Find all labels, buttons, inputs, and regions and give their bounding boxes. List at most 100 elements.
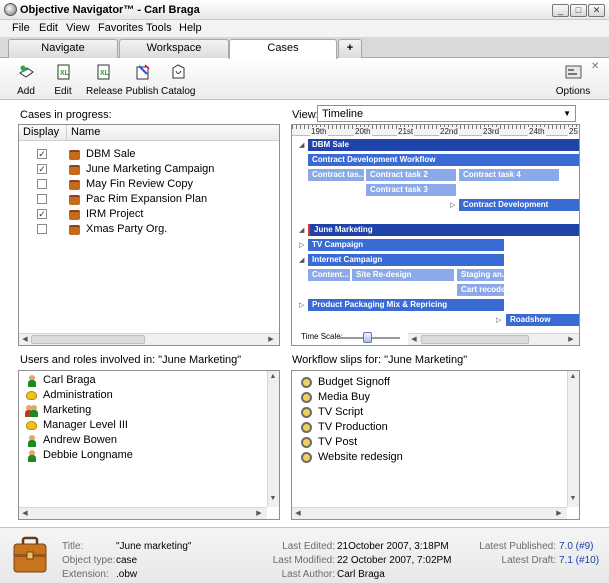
tab-workspace[interactable]: Workspace <box>119 39 229 58</box>
gantt-bar[interactable]: Contract Development <box>459 199 579 211</box>
menu-tools[interactable]: Tools <box>146 22 172 34</box>
scroll-down-icon[interactable]: ▼ <box>268 495 278 502</box>
list-item[interactable]: ✓ DBM Sale <box>19 147 279 162</box>
edit-button[interactable]: XL Edit <box>46 64 80 97</box>
scroll-thumb[interactable] <box>421 335 529 344</box>
list-item[interactable]: Debbie Longname <box>19 448 265 463</box>
scroll-right-icon[interactable]: ▶ <box>254 509 264 517</box>
gantt-bar[interactable]: Contract task 4 <box>459 169 559 181</box>
scroll-left-icon[interactable]: ◀ <box>20 509 30 517</box>
menu-file[interactable]: File <box>12 22 30 34</box>
menu-help[interactable]: Help <box>179 22 202 34</box>
list-item[interactable]: May Fin Review Copy <box>19 177 279 192</box>
list-item[interactable]: Administration <box>19 388 265 403</box>
close-button[interactable]: ✕ <box>588 4 605 17</box>
display-checkbox[interactable]: ✓ <box>37 149 47 159</box>
gantt-bar[interactable]: Site Re-design <box>352 269 454 281</box>
list-item[interactable]: Xmas Party Org. <box>19 222 279 237</box>
list-item[interactable]: ✓ IRM Project <box>19 207 279 222</box>
published-label: Latest Published: <box>479 541 556 552</box>
draft-value[interactable]: 7.1 (#10) <box>559 555 599 566</box>
list-item[interactable]: TV Post <box>292 435 565 450</box>
list-item[interactable]: Website redesign <box>292 450 565 465</box>
collapse-icon[interactable]: ◢ <box>299 141 304 149</box>
display-checkbox[interactable]: ✓ <box>37 164 47 174</box>
role-icon <box>26 421 37 430</box>
gantt-bar[interactable]: Content... <box>308 269 350 281</box>
display-checkbox[interactable]: ✓ <box>37 209 47 219</box>
time-scale-handle[interactable] <box>363 332 372 343</box>
list-item[interactable]: Pac Rim Expansion Plan <box>19 192 279 207</box>
scroll-left-icon[interactable]: ◀ <box>20 335 30 343</box>
scroll-left-icon[interactable]: ◀ <box>409 335 419 343</box>
expand-icon[interactable]: ▷ <box>299 241 304 249</box>
display-checkbox[interactable] <box>37 194 47 204</box>
scroll-right-icon[interactable]: ▶ <box>566 335 576 343</box>
svg-text:XL: XL <box>60 70 70 77</box>
published-value[interactable]: 7.0 (#9) <box>559 541 593 552</box>
menu-view[interactable]: View <box>66 22 90 34</box>
list-item[interactable]: Manager Level III <box>19 418 265 433</box>
tab-navigate[interactable]: Navigate <box>8 39 118 58</box>
list-item[interactable]: Budget Signoff <box>292 375 565 390</box>
list-item[interactable]: Marketing <box>19 403 265 418</box>
menu-favorites[interactable]: Favorites <box>98 22 143 34</box>
list-item[interactable]: ✓ June Marketing Campaign <box>19 162 279 177</box>
minimize-button[interactable]: _ <box>552 4 569 17</box>
gantt-bar[interactable]: DBM Sale <box>308 139 579 151</box>
list-item[interactable]: Carl Braga <box>19 373 265 388</box>
scroll-up-icon[interactable]: ▲ <box>268 373 278 380</box>
author-value: Carl Braga <box>337 569 385 580</box>
scroll-right-icon[interactable]: ▶ <box>554 509 564 517</box>
ruler-date: 19th <box>310 127 328 136</box>
options-button[interactable]: Options <box>555 64 591 97</box>
list-item[interactable]: TV Production <box>292 420 565 435</box>
view-select[interactable]: Timeline ▼ <box>317 105 576 122</box>
gantt-bar[interactable]: Contract task 3 <box>366 184 456 196</box>
scroll-left-icon[interactable]: ◀ <box>293 509 303 517</box>
col-name[interactable]: Name <box>66 125 279 141</box>
gantt-bar[interactable]: Contract Development Workflow <box>308 154 579 166</box>
horizontal-scrollbar[interactable]: ◀ ▶ <box>19 333 279 345</box>
scroll-right-icon[interactable]: ▶ <box>266 335 276 343</box>
collapse-icon[interactable]: ◢ <box>299 256 304 264</box>
gantt-bar[interactable]: Staging an... <box>457 269 504 281</box>
publish-button[interactable]: Publish <box>125 64 159 97</box>
display-checkbox[interactable] <box>37 224 47 234</box>
gantt-bar[interactable]: Product Packaging Mix & Repricing <box>308 299 504 311</box>
tab-cases[interactable]: Cases <box>229 39 337 59</box>
horizontal-scrollbar[interactable]: ◀ ▶ <box>292 507 567 519</box>
menu-edit[interactable]: Edit <box>39 22 58 34</box>
close-toolbar-icon[interactable]: ✕ <box>591 61 599 72</box>
catalog-button[interactable]: Catalog <box>161 64 195 97</box>
gantt-bar[interactable]: Cart recode <box>457 284 504 296</box>
expand-icon[interactable]: ▷ <box>450 201 455 209</box>
gantt-bar[interactable]: Roadshow <box>506 314 579 326</box>
gantt-bar[interactable]: TV Campaign <box>308 239 504 251</box>
tab-bar: Navigate Workspace Cases + <box>0 37 609 59</box>
list-item[interactable]: Media Buy <box>292 390 565 405</box>
vertical-scrollbar[interactable]: ▲ ▼ <box>267 371 279 507</box>
col-display[interactable]: Display <box>19 125 66 141</box>
vertical-scrollbar[interactable]: ▲ ▼ <box>567 371 579 507</box>
menu-bar: File Edit View Favorites Tools Help <box>0 20 609 37</box>
collapse-icon[interactable]: ◢ <box>299 226 304 234</box>
horizontal-scrollbar[interactable]: ◀ ▶ <box>19 507 267 519</box>
release-button[interactable]: XL Release <box>86 64 123 97</box>
list-item[interactable]: TV Script <box>292 405 565 420</box>
horizontal-scrollbar[interactable]: ◀ ▶ <box>408 333 579 345</box>
gantt-bar[interactable]: Contract tas... <box>308 169 364 181</box>
scroll-down-icon[interactable]: ▼ <box>568 495 578 502</box>
list-item[interactable]: Andrew Bowen <box>19 433 265 448</box>
gantt-bar[interactable]: Contract task 2 <box>366 169 456 181</box>
gantt-bar[interactable]: June Marketing <box>308 224 579 236</box>
expand-icon[interactable]: ▷ <box>496 316 501 324</box>
expand-icon[interactable]: ▷ <box>299 301 304 309</box>
gantt-bar[interactable]: Internet Campaign <box>308 254 504 266</box>
scroll-up-icon[interactable]: ▲ <box>568 373 578 380</box>
add-button[interactable]: Add <box>9 64 43 97</box>
scroll-thumb[interactable] <box>31 335 145 344</box>
display-checkbox[interactable] <box>37 179 47 189</box>
maximize-button[interactable]: □ <box>570 4 587 17</box>
add-tab-button[interactable]: + <box>338 39 362 58</box>
